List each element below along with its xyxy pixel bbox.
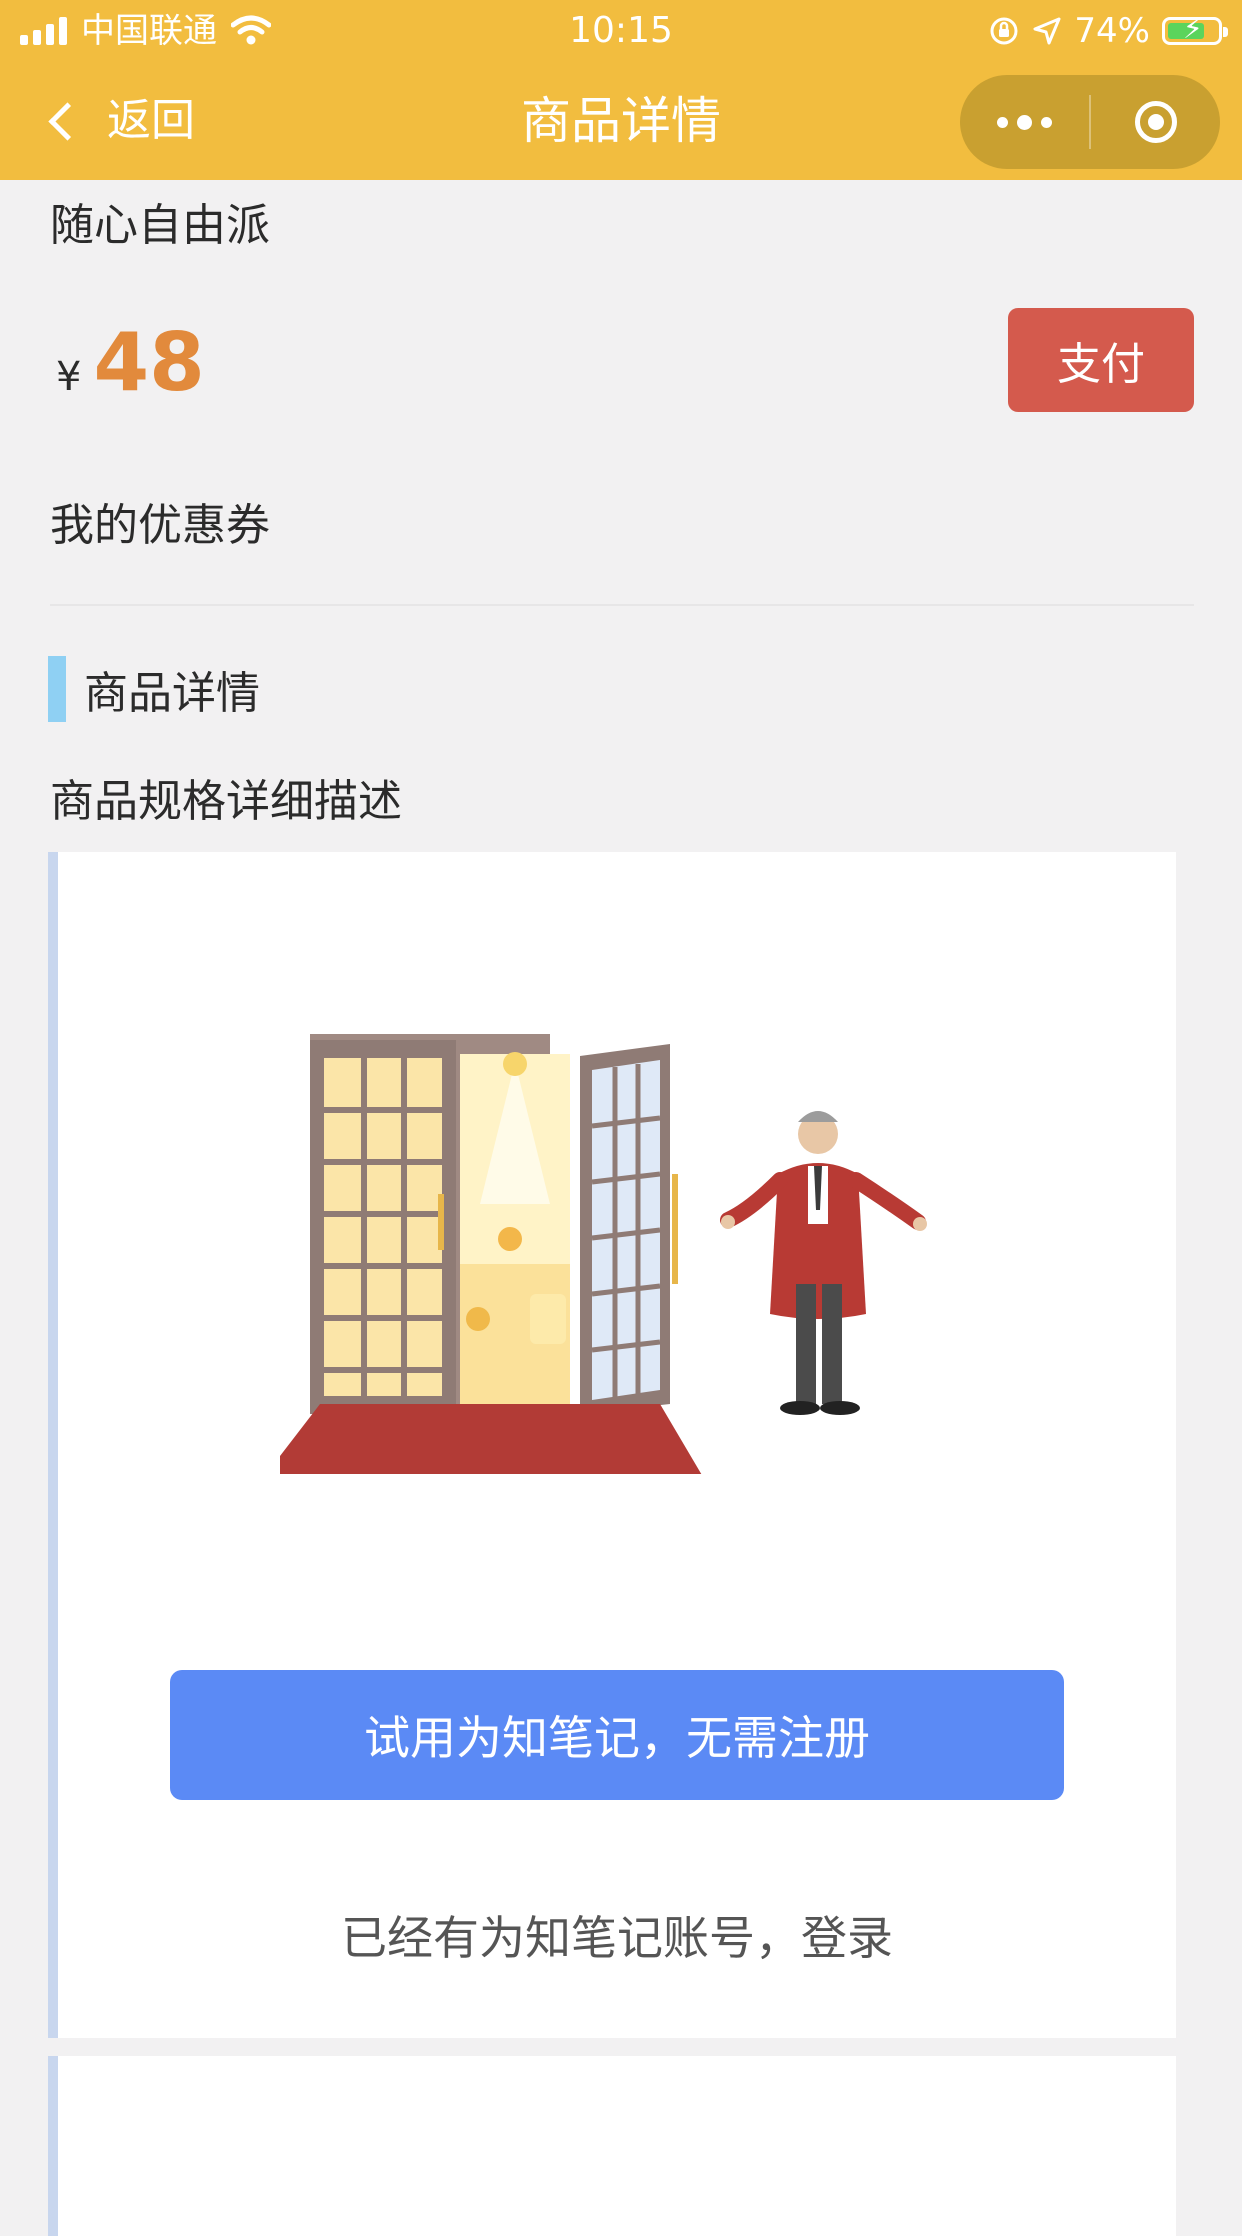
divider (50, 604, 1194, 606)
section-title: 商品详情 (84, 668, 260, 719)
welcome-door-illustration (280, 1034, 927, 1474)
orientation-lock-icon (990, 17, 1018, 45)
status-bar: 中国联通 10:15 74% ⚡ (0, 0, 1242, 62)
more-button[interactable] (960, 75, 1089, 169)
product-name: 随心自由派 (50, 200, 270, 251)
try-wiznote-button: 试用为知笔记，无需注册 (170, 1670, 1064, 1800)
nav-bar: 返回 商品详情 (0, 62, 1242, 180)
product-description: 商品规格详细描述 (50, 776, 402, 827)
close-target-icon (1134, 101, 1177, 143)
more-icon (997, 116, 1008, 128)
price-amount: 48 (93, 316, 205, 409)
status-right: 74% ⚡ (988, 8, 1228, 54)
my-coupons-link[interactable]: 我的优惠券 (50, 496, 270, 556)
product-price: ¥ 48 (56, 318, 205, 408)
battery-percent: 74% (1074, 11, 1150, 51)
charging-icon: ⚡ (1183, 12, 1203, 45)
more-icon-dot (1041, 116, 1052, 128)
miniprogram-capsule (960, 75, 1220, 169)
detail-image-2 (48, 2056, 1176, 2236)
more-icon-dot (1017, 114, 1032, 130)
section-accent-bar (48, 656, 66, 722)
pay-button[interactable]: 支付 (1008, 308, 1194, 412)
wiznote-login-link: 已经有为知笔记账号，登录 (341, 1911, 893, 1965)
detail-image: 试用为知笔记，无需注册 已经有为知笔记账号，登录 (48, 852, 1176, 2038)
close-button[interactable] (1091, 75, 1220, 169)
battery-icon: ⚡ (1162, 12, 1228, 45)
location-icon (1033, 17, 1061, 45)
section-header: 商品详情 (48, 656, 260, 722)
currency-symbol: ¥ (56, 354, 82, 400)
